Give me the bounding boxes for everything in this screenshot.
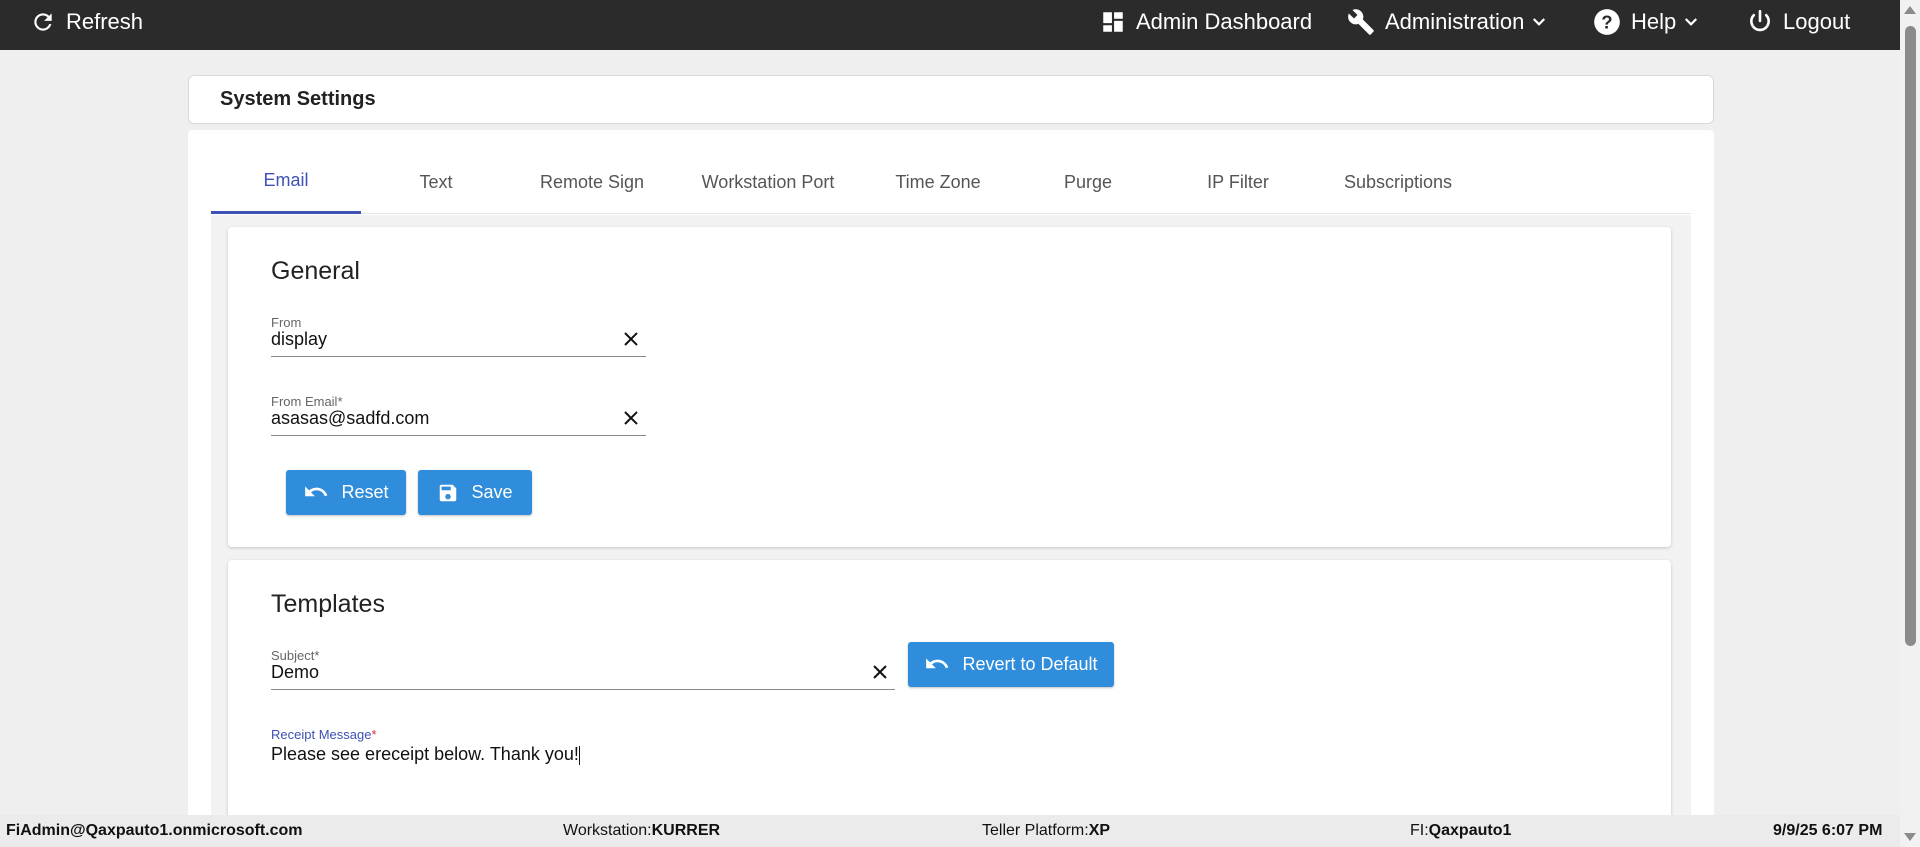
help-circle-icon: ? xyxy=(1593,8,1621,36)
close-icon[interactable] xyxy=(621,408,641,428)
scroll-up-icon[interactable] xyxy=(1904,6,1916,14)
dashboard-icon xyxy=(1100,9,1126,35)
receipt-message-field[interactable]: Receipt Message* Please see ereceipt bel… xyxy=(271,727,1631,787)
save-button[interactable]: Save xyxy=(418,470,532,515)
tab-content-area: General From display From Email* asasas@… xyxy=(211,215,1691,847)
tab-email[interactable]: Email xyxy=(211,150,361,214)
undo-icon xyxy=(924,655,950,675)
from-email-value[interactable]: asasas@sadfd.com xyxy=(271,408,429,429)
logout-label: Logout xyxy=(1783,9,1851,34)
templates-card: Templates Subject* Demo Revert to Defaul… xyxy=(228,560,1671,847)
status-platform-value: XP xyxy=(1088,822,1111,839)
from-label: From xyxy=(271,315,302,330)
subject-underline xyxy=(271,689,895,690)
subject-label: Subject* xyxy=(271,648,320,663)
from-underline xyxy=(271,356,646,357)
receipt-message-label-text: Receipt Message xyxy=(271,727,372,742)
settings-panel: Email Text Remote Sign Workstation Port … xyxy=(188,130,1714,847)
close-icon[interactable] xyxy=(870,662,890,682)
tab-time-zone[interactable]: Time Zone xyxy=(863,150,1013,214)
tab-text[interactable]: Text xyxy=(361,150,511,214)
revert-to-default-label: Revert to Default xyxy=(962,654,1098,674)
chevron-down-icon xyxy=(1530,13,1548,31)
help-menu[interactable]: ? Help xyxy=(1593,0,1700,44)
logout-button[interactable]: Logout xyxy=(1747,0,1850,44)
page-header-card: System Settings xyxy=(188,75,1714,124)
status-user-value: FiAdmin@Qaxpauto1.onmicrosoft.com xyxy=(6,822,303,839)
refresh-icon xyxy=(30,9,56,35)
tab-subscriptions[interactable]: Subscriptions xyxy=(1313,150,1483,214)
status-datetime: 9/9/25 6:07 PM xyxy=(1773,815,1882,847)
reset-label: Reset xyxy=(341,482,389,502)
status-workstation-label: Workstation: xyxy=(563,822,652,839)
close-icon[interactable] xyxy=(621,329,641,349)
tab-remote-sign[interactable]: Remote Sign xyxy=(511,150,673,214)
save-label: Save xyxy=(471,482,513,502)
status-platform-label: Teller Platform: xyxy=(982,822,1089,839)
status-bar: FiAdmin@Qaxpauto1.onmicrosoft.com Workst… xyxy=(0,815,1900,847)
status-fi: FI: Qaxpauto1 xyxy=(1410,815,1511,847)
receipt-message-value[interactable]: Please see ereceipt below. Thank you! xyxy=(271,744,580,765)
status-fi-label: FI: xyxy=(1410,822,1429,839)
top-navigation-bar: Refresh Admin Dashboard Administration ?… xyxy=(0,0,1900,50)
subject-value[interactable]: Demo xyxy=(271,662,319,683)
scrollbar-thumb[interactable] xyxy=(1905,26,1916,646)
general-title: General xyxy=(271,257,360,285)
undo-icon xyxy=(303,483,329,503)
from-value[interactable]: display xyxy=(271,329,327,350)
required-asterisk: * xyxy=(371,727,377,742)
templates-title: Templates xyxy=(271,590,385,618)
reset-button[interactable]: Reset xyxy=(286,470,406,515)
refresh-button[interactable]: Refresh xyxy=(30,0,143,44)
tab-workstation-port[interactable]: Workstation Port xyxy=(674,150,862,214)
from-email-field[interactable]: From Email* asasas@sadfd.com xyxy=(271,394,646,436)
chevron-down-icon xyxy=(1682,13,1700,31)
status-fi-value: Qaxpauto1 xyxy=(1428,822,1512,839)
receipt-message-text: Please see ereceipt below. Thank you! xyxy=(271,744,579,764)
floppy-disk-icon xyxy=(437,482,459,504)
help-label: Help xyxy=(1631,9,1677,34)
svg-text:?: ? xyxy=(1601,11,1612,32)
scroll-down-icon[interactable] xyxy=(1904,833,1916,841)
status-user: FiAdmin@Qaxpauto1.onmicrosoft.com xyxy=(6,815,303,847)
page-title: System Settings xyxy=(220,88,376,110)
receipt-message-label: Receipt Message* xyxy=(271,727,377,742)
tab-purge[interactable]: Purge xyxy=(1013,150,1163,214)
admin-dashboard-label: Admin Dashboard xyxy=(1136,9,1313,34)
status-workstation-value: KURRER xyxy=(651,822,721,839)
refresh-label: Refresh xyxy=(66,9,144,34)
settings-tabs: Email Text Remote Sign Workstation Port … xyxy=(211,150,1691,214)
administration-label: Administration xyxy=(1385,9,1525,34)
text-cursor xyxy=(578,745,580,765)
status-datetime-value: 9/9/25 6:07 PM xyxy=(1773,822,1883,839)
general-card: General From display From Email* asasas@… xyxy=(228,227,1671,547)
revert-to-default-button[interactable]: Revert to Default xyxy=(908,642,1114,687)
power-icon xyxy=(1747,9,1773,35)
status-teller-platform: Teller Platform: XP xyxy=(982,815,1110,847)
status-workstation: Workstation: KURRER xyxy=(563,815,720,847)
from-email-underline xyxy=(271,435,646,436)
administration-menu[interactable]: Administration xyxy=(1347,0,1548,44)
subject-field[interactable]: Subject* Demo xyxy=(271,648,895,690)
tab-ip-filter[interactable]: IP Filter xyxy=(1163,150,1313,214)
from-field[interactable]: From display xyxy=(271,315,646,357)
wrench-icon xyxy=(1347,8,1375,36)
from-email-label: From Email* xyxy=(271,394,343,409)
page-scrollbar[interactable] xyxy=(1900,0,1920,847)
admin-dashboard-link[interactable]: Admin Dashboard xyxy=(1100,0,1312,44)
